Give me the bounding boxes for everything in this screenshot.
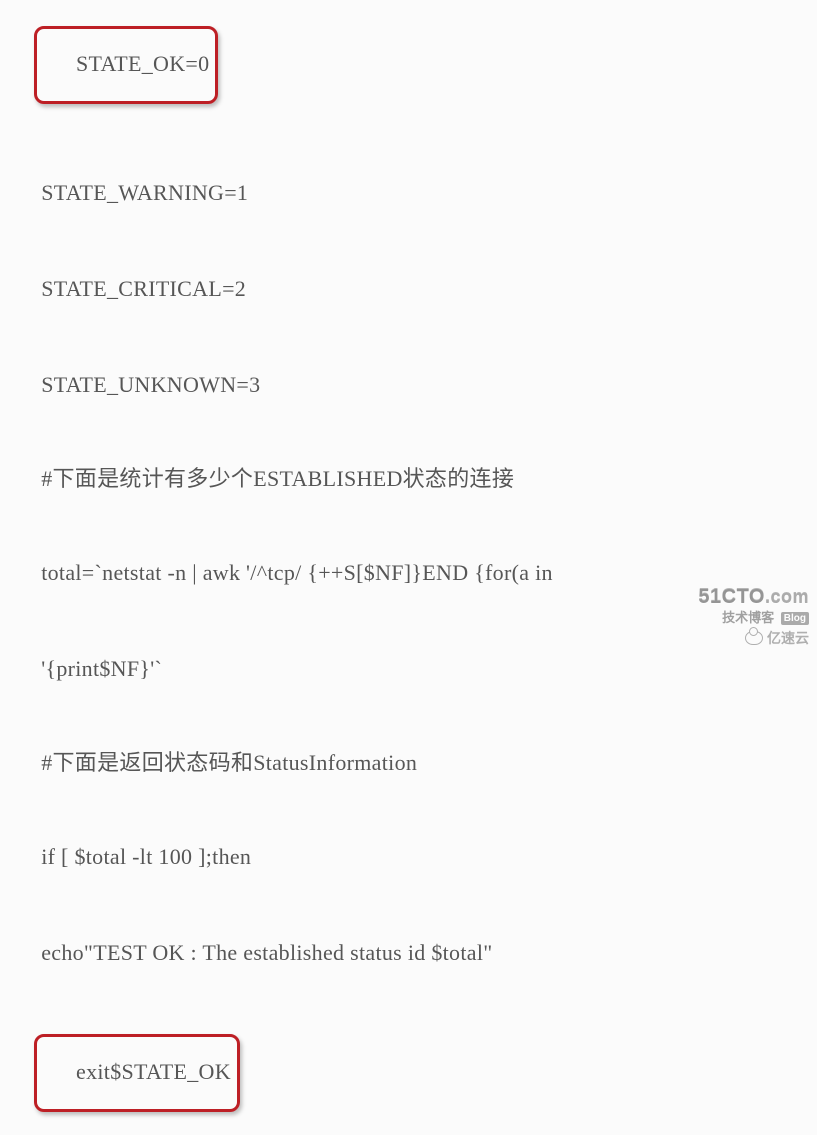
code-block: STATE_OK=0 STATE_WARNING=1 STATE_CRITICA… [0,4,817,1134]
code-line-7: #下面是返回状态码和StatusInformation [18,730,817,796]
code-text: '{print$NF}'` [41,656,162,681]
highlight-box-bottom: exit$STATE_OK [34,1034,240,1112]
code-text: #下面是统计有多少个ESTABLISHED状态的连接 [41,466,514,491]
code-text: STATE_OK=0 [76,51,209,76]
code-text: echo"TEST OK : The established status id… [41,940,492,965]
code-text: exit$STATE_OK [76,1059,231,1084]
code-text: #下面是返回状态码和StatusInformation [41,750,417,775]
code-text: if [ $total -lt 100 ];then [41,844,251,869]
code-line-10: exit$STATE_OK [18,1012,817,1134]
code-line-8: if [ $total -lt 100 ];then [18,824,817,890]
code-line-0: STATE_OK=0 [18,4,817,126]
code-text: STATE_WARNING=1 [41,180,248,205]
highlight-box-top: STATE_OK=0 [34,26,218,104]
code-line-9: echo"TEST OK : The established status id… [18,920,817,986]
code-text: total=`netstat -n | awk '/^tcp/ {++S[$NF… [41,560,553,585]
code-line-1: STATE_WARNING=1 [18,160,817,226]
code-line-5: total=`netstat -n | awk '/^tcp/ {++S[$NF… [18,540,817,606]
code-line-3: STATE_UNKNOWN=3 [18,352,817,418]
code-text: STATE_CRITICAL=2 [41,276,246,301]
code-line-2: STATE_CRITICAL=2 [18,256,817,322]
code-line-4: #下面是统计有多少个ESTABLISHED状态的连接 [18,446,817,512]
code-line-6: '{print$NF}'` [18,636,817,702]
code-text: STATE_UNKNOWN=3 [41,372,260,397]
